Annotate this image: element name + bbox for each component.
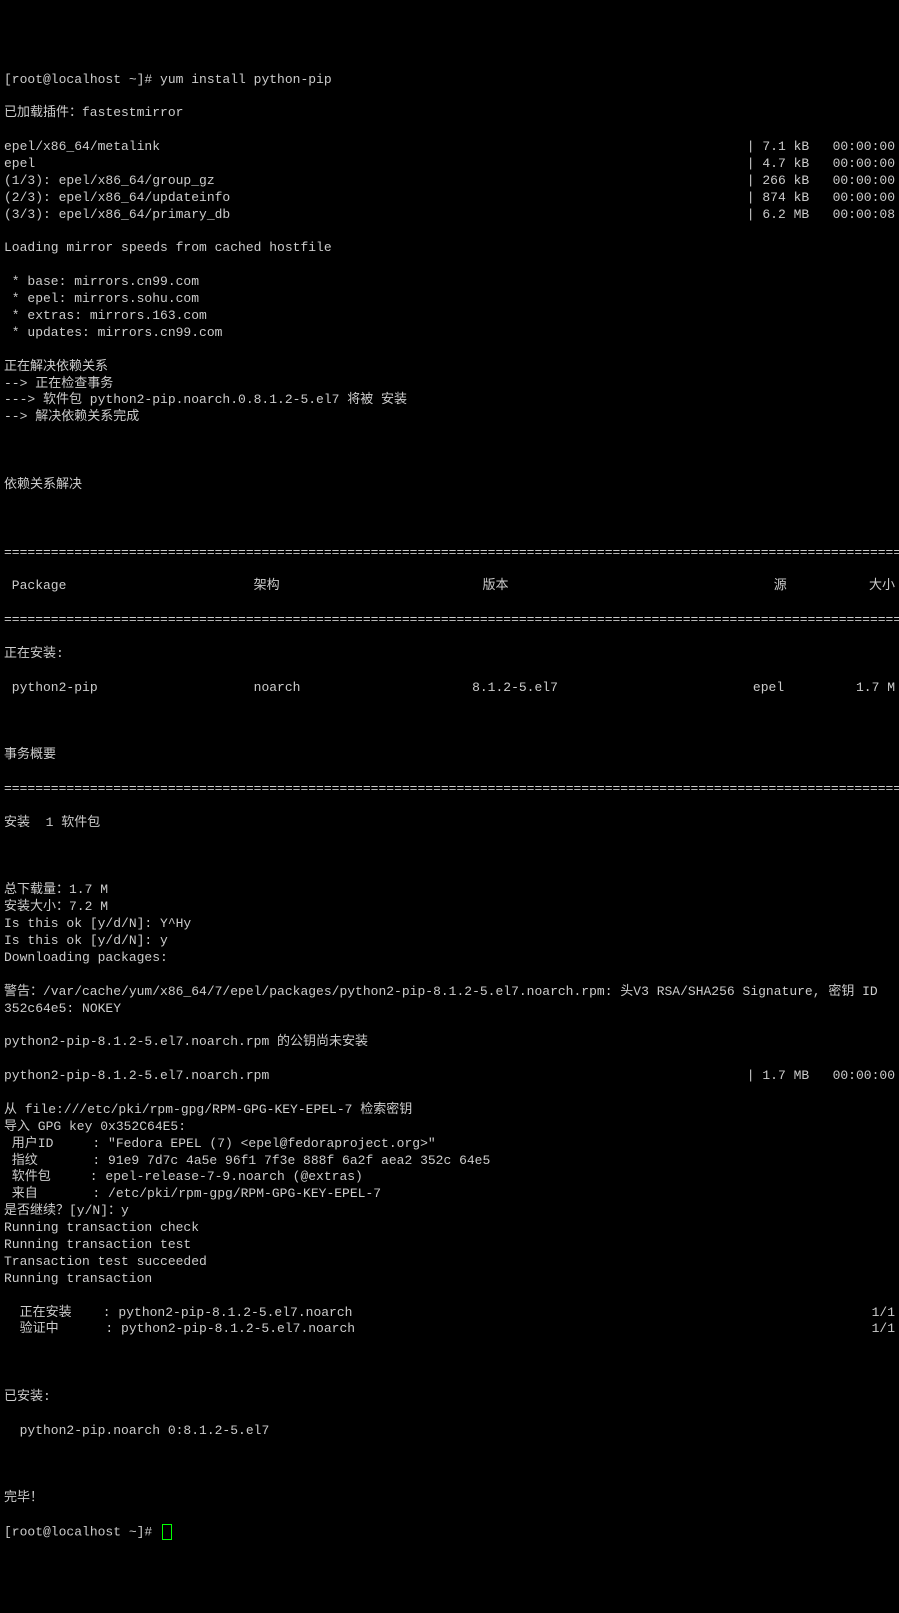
text-line: 从 file:///etc/pki/rpm-gpg/RPM-GPG-KEY-EP… (4, 1102, 895, 1119)
terminal-output: [root@localhost ~]# yum install python-p… (4, 55, 895, 1542)
text-line: python2-pip.noarch 0:8.1.2-5.el7 (4, 1423, 895, 1440)
text-line: 软件包 : epel-release-7-9.noarch (@extras) (4, 1169, 895, 1186)
prompt-line[interactable]: [root@localhost ~]# (4, 1525, 160, 1540)
text-line: 是否继续？[y/N]：y (4, 1203, 895, 1220)
blank (4, 443, 895, 460)
divider: ========================================… (4, 781, 895, 798)
text-line: Is this ok [y/d/N]: y (4, 933, 895, 950)
text-line: ---> 软件包 python2-pip.noarch.0.8.1.2-5.el… (4, 392, 895, 409)
divider: ========================================… (4, 545, 895, 562)
text-line: --> 正在检查事务 (4, 376, 895, 393)
text-line: Loading mirror speeds from cached hostfi… (4, 240, 895, 257)
text-line: * base: mirrors.cn99.com (4, 274, 895, 291)
text-line: 来自 : /etc/pki/rpm-gpg/RPM-GPG-KEY-EPEL-7 (4, 1186, 895, 1203)
prompt-line: [root@localhost ~]# yum install python-p… (4, 72, 895, 89)
text-line: Downloading packages: (4, 950, 895, 967)
text-line: 安装大小：7.2 M (4, 899, 895, 916)
text-line: 依赖关系解决 (4, 477, 895, 494)
divider: ========================================… (4, 612, 895, 629)
text-line: 正在解决依赖关系 (4, 359, 895, 376)
repo-line: (3/3): epel/x86_64/primary_db| 6.2 MB 00… (4, 207, 895, 224)
text-line: * epel: mirrors.sohu.com (4, 291, 895, 308)
text-line: 指纹 : 91e9 7d7c 4a5e 96f1 7f3e 888f 6a2f … (4, 1153, 895, 1170)
text-line: python2-pip-8.1.2-5.el7.noarch.rpm 的公钥尚未… (4, 1034, 895, 1051)
text-line: 用户ID : "Fedora EPEL (7) <epel@fedoraproj… (4, 1136, 895, 1153)
text-line: Running transaction (4, 1271, 895, 1288)
plugin-line: 已加载插件：fastestmirror (4, 105, 895, 122)
repo-line: epel| 4.7 kB 00:00:00 (4, 156, 895, 173)
transaction-line: 正在安装 : python2-pip-8.1.2-5.el7.noarch1/1 (4, 1305, 895, 1322)
cursor-icon (162, 1524, 172, 1540)
text-line: --> 解决依赖关系完成 (4, 409, 895, 426)
text-line: 导入 GPG key 0x352C64E5: (4, 1119, 895, 1136)
text-line: Is this ok [y/d/N]: Y^Hy (4, 916, 895, 933)
blank (4, 1355, 895, 1372)
text-line: 总下载量：1.7 M (4, 882, 895, 899)
text-line: 完毕！ (4, 1490, 895, 1507)
table-header: Package 架构 版本 源大小 (4, 578, 895, 595)
text-line: 已安装: (4, 1389, 895, 1406)
text-line: * extras: mirrors.163.com (4, 308, 895, 325)
transaction-line: 验证中 : python2-pip-8.1.2-5.el7.noarch1/1 (4, 1321, 895, 1338)
blank (4, 1457, 895, 1474)
blank (4, 713, 895, 730)
text-line: 事务概要 (4, 747, 895, 764)
rpm-download: python2-pip-8.1.2-5.el7.noarch.rpm| 1.7 … (4, 1068, 895, 1085)
text-line: 正在安装: (4, 646, 895, 663)
repo-line: (2/3): epel/x86_64/updateinfo| 874 kB 00… (4, 190, 895, 207)
text-line: Running transaction check (4, 1220, 895, 1237)
text-line: * updates: mirrors.cn99.com (4, 325, 895, 342)
text-line: Running transaction test (4, 1237, 895, 1254)
text-line: 安装 1 软件包 (4, 815, 895, 832)
warning-line: 警告：/var/cache/yum/x86_64/7/epel/packages… (4, 984, 895, 1018)
text-line: Transaction test succeeded (4, 1254, 895, 1271)
repo-line: (1/3): epel/x86_64/group_gz| 266 kB 00:0… (4, 173, 895, 190)
blank (4, 511, 895, 528)
repo-line: epel/x86_64/metalink| 7.1 kB 00:00:00 (4, 139, 895, 156)
table-row: python2-pip noarch 8.1.2-5.el7 epel1.7 M (4, 680, 895, 697)
